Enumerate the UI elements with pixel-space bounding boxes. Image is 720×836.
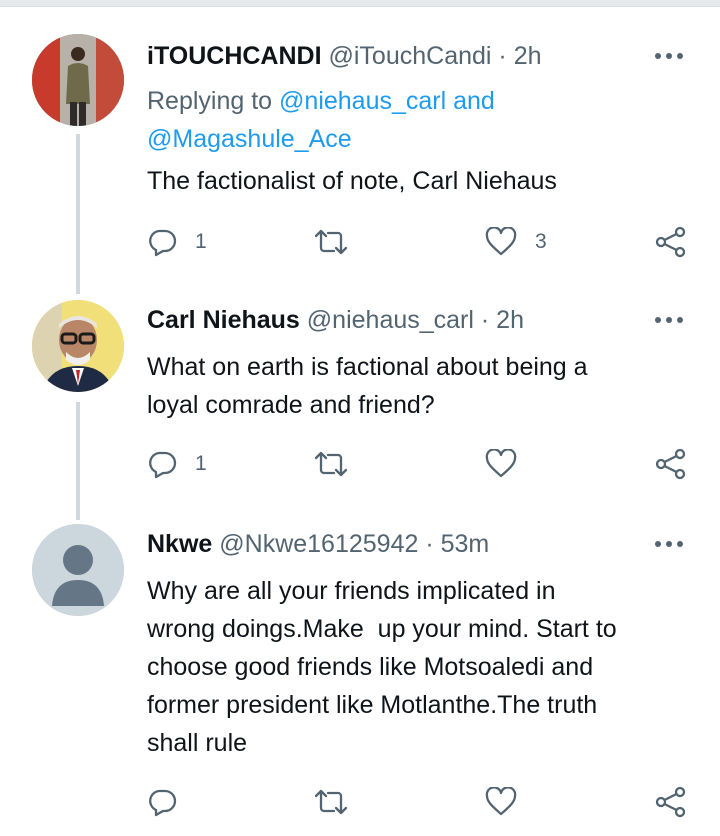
more-icon <box>655 317 683 323</box>
reply-button[interactable]: 1 <box>147 224 207 260</box>
avatar[interactable] <box>32 34 124 126</box>
retweet-icon <box>314 451 348 477</box>
share-button[interactable] <box>655 446 687 482</box>
share-icon <box>655 226 686 258</box>
like-count: 3 <box>535 230 547 253</box>
like-button[interactable]: 3 <box>485 224 547 260</box>
more-button[interactable] <box>652 532 686 556</box>
tweet-text-line: Why are all your friends implicated in <box>147 577 556 605</box>
tweet-header: iTOUCHCANDI @iTouchCandi · 2h <box>147 38 542 78</box>
like-button[interactable] <box>485 784 517 820</box>
share-icon <box>655 786 686 818</box>
reply-icon <box>149 229 177 257</box>
user-handle[interactable]: @iTouchCandi <box>329 42 492 70</box>
thread-line <box>76 402 80 520</box>
like-button[interactable] <box>485 446 517 482</box>
separator-dot: · <box>425 530 434 558</box>
timestamp[interactable]: 2h <box>496 306 524 334</box>
user-handle[interactable]: @Nkwe16125942 <box>219 530 418 558</box>
tweet-actions: 1 3 <box>147 224 692 260</box>
tweet-text-line: wrong doings.Make up your mind. Start to <box>147 615 617 643</box>
mention-link[interactable]: @Magashule_Ace <box>147 125 352 153</box>
tweet-text: Why are all your friends implicated in w… <box>147 572 707 762</box>
reply-count: 1 <box>195 230 207 253</box>
avatar-photo-icon <box>32 34 124 126</box>
top-divider <box>0 0 720 7</box>
tweet-text: What on earth is factional about being a… <box>147 348 692 424</box>
default-avatar-icon <box>32 524 124 616</box>
like-icon <box>485 449 517 478</box>
reply-icon <box>149 451 177 479</box>
tweet-text-line: shall rule <box>147 729 248 757</box>
tweet-header: Carl Niehaus @niehaus_carl · 2h <box>147 302 524 342</box>
more-button[interactable] <box>652 44 686 68</box>
share-button[interactable] <box>655 224 687 260</box>
separator-dot: · <box>480 306 490 334</box>
display-name[interactable]: Nkwe <box>147 530 212 558</box>
tweet-actions <box>147 784 692 820</box>
retweet-icon <box>314 229 348 255</box>
tweet-text-line: loyal comrade and friend? <box>147 391 435 419</box>
share-icon <box>655 448 686 480</box>
tweet-text-line: former president like Motlanthe.The trut… <box>147 691 598 719</box>
tweet-header: Nkwe @Nkwe16125942 · 53m <box>147 526 489 566</box>
replying-to-prefix: Replying to <box>147 87 273 115</box>
reply-icon <box>149 789 177 817</box>
mention-link[interactable]: @niehaus_carl <box>279 87 446 115</box>
user-handle[interactable]: @niehaus_carl <box>307 306 474 334</box>
avatar[interactable] <box>32 300 124 392</box>
reply-count: 1 <box>195 452 207 475</box>
timestamp[interactable]: 2h <box>514 42 542 70</box>
share-button[interactable] <box>655 784 687 820</box>
retweet-button[interactable] <box>313 446 349 482</box>
avatar[interactable] <box>32 524 124 616</box>
like-icon <box>485 787 517 816</box>
thread-line <box>76 134 80 294</box>
retweet-button[interactable] <box>313 784 349 820</box>
replying-to: Replying to @niehaus_carl and @Magashule… <box>147 82 692 158</box>
more-button[interactable] <box>652 308 686 332</box>
tweet-actions: 1 <box>147 446 692 482</box>
reply-button[interactable]: 1 <box>147 446 207 482</box>
more-icon <box>655 53 683 59</box>
avatar-photo-icon <box>32 300 124 392</box>
timestamp[interactable]: 53m <box>441 530 490 558</box>
display-name[interactable]: iTOUCHCANDI <box>147 42 322 70</box>
retweet-button[interactable] <box>313 224 349 260</box>
reply-button[interactable] <box>147 784 177 820</box>
retweet-icon <box>314 789 348 815</box>
more-icon <box>655 541 683 547</box>
tweet-text-line: choose good friends like Motsoaledi and <box>147 653 594 681</box>
tweet-text: The factionalist of note, Carl Niehaus <box>147 167 557 195</box>
display-name[interactable]: Carl Niehaus <box>147 306 300 334</box>
separator-dot: · <box>498 42 507 70</box>
mention-and: and <box>453 87 495 115</box>
like-icon <box>485 227 517 256</box>
tweet-text-line: What on earth is factional about being a <box>147 353 588 381</box>
